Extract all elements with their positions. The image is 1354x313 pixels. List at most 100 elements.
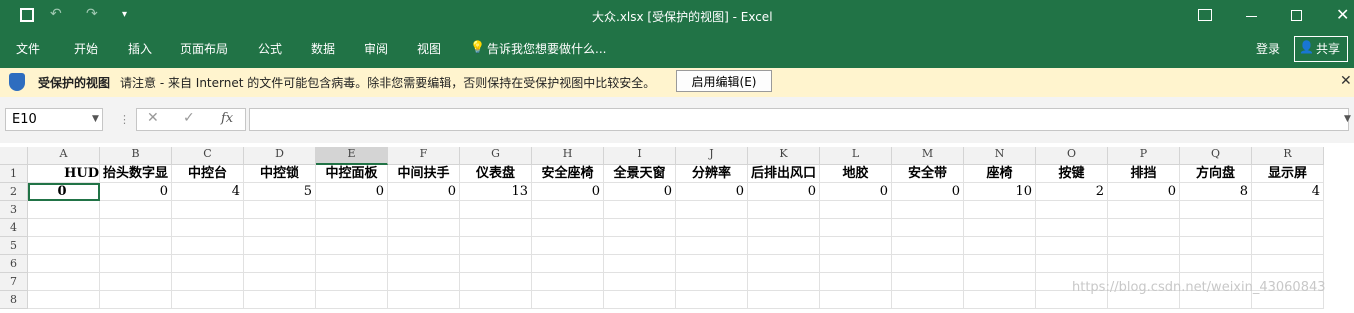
cell-L2[interactable]: 0 (820, 183, 892, 201)
cell-N4[interactable] (964, 219, 1036, 237)
cell-I4[interactable] (604, 219, 676, 237)
cell-A2[interactable]: 0 (28, 183, 100, 201)
column-header-A[interactable]: A (28, 147, 100, 165)
cell-P2[interactable]: 0 (1108, 183, 1180, 201)
cell-B1[interactable]: 抬头数字显 (100, 165, 172, 183)
cell-E7[interactable] (316, 273, 388, 291)
column-header-C[interactable]: C (172, 147, 244, 165)
cell-R4[interactable] (1252, 219, 1324, 237)
cell-N8[interactable] (964, 291, 1036, 309)
cell-L4[interactable] (820, 219, 892, 237)
cell-G4[interactable] (460, 219, 532, 237)
cell-L3[interactable] (820, 201, 892, 219)
cell-R6[interactable] (1252, 255, 1324, 273)
cell-K1[interactable]: 后排出风口 (748, 165, 820, 183)
cell-G1[interactable]: 仪表盘 (460, 165, 532, 183)
cell-M4[interactable] (892, 219, 964, 237)
cell-G5[interactable] (460, 237, 532, 255)
tab-page-layout[interactable]: 页面布局 (180, 40, 228, 57)
cell-G8[interactable] (460, 291, 532, 309)
cell-M1[interactable]: 安全带 (892, 165, 964, 183)
cell-O4[interactable] (1036, 219, 1108, 237)
row-header-5[interactable]: 5 (0, 237, 28, 255)
column-header-F[interactable]: F (388, 147, 460, 165)
cell-R1[interactable]: 显示屏 (1252, 165, 1324, 183)
name-box[interactable]: E10 (5, 108, 103, 131)
sign-in-link[interactable]: 登录 (1256, 40, 1280, 57)
cell-O6[interactable] (1036, 255, 1108, 273)
tab-file[interactable]: 文件 (16, 40, 40, 57)
cell-Q6[interactable] (1180, 255, 1252, 273)
cell-J6[interactable] (676, 255, 748, 273)
save-icon[interactable] (20, 8, 34, 22)
cell-O5[interactable] (1036, 237, 1108, 255)
tab-insert[interactable]: 插入 (128, 40, 152, 57)
cell-M3[interactable] (892, 201, 964, 219)
cell-P6[interactable] (1108, 255, 1180, 273)
cell-F8[interactable] (388, 291, 460, 309)
column-header-L[interactable]: L (820, 147, 892, 165)
cell-G7[interactable] (460, 273, 532, 291)
enter-icon[interactable]: ✓ (183, 110, 195, 126)
ribbon-display-options-icon[interactable] (1198, 9, 1212, 21)
cell-I2[interactable]: 0 (604, 183, 676, 201)
cell-A4[interactable] (28, 219, 100, 237)
cell-C7[interactable] (172, 273, 244, 291)
column-header-E[interactable]: E (316, 147, 388, 165)
cell-I3[interactable] (604, 201, 676, 219)
cell-K7[interactable] (748, 273, 820, 291)
cell-D2[interactable]: 5 (244, 183, 316, 201)
tab-home[interactable]: 开始 (74, 40, 98, 57)
tab-data[interactable]: 数据 (311, 40, 335, 57)
tab-formulas[interactable]: 公式 (258, 40, 282, 57)
cell-H2[interactable]: 0 (532, 183, 604, 201)
cell-E5[interactable] (316, 237, 388, 255)
cell-N3[interactable] (964, 201, 1036, 219)
cell-F2[interactable]: 0 (388, 183, 460, 201)
cell-O2[interactable]: 2 (1036, 183, 1108, 201)
close-bar-icon[interactable]: ✕ (1340, 73, 1352, 89)
cell-H1[interactable]: 安全座椅 (532, 165, 604, 183)
cell-C1[interactable]: 中控台 (172, 165, 244, 183)
cell-P3[interactable] (1108, 201, 1180, 219)
tell-me-search[interactable]: 告诉我您想要做什么... (487, 40, 606, 57)
cell-J4[interactable] (676, 219, 748, 237)
row-header-2[interactable]: 2 (0, 183, 28, 201)
cell-A1[interactable]: HUD (28, 165, 100, 183)
cell-R2[interactable]: 4 (1252, 183, 1324, 201)
cell-A8[interactable] (28, 291, 100, 309)
cell-M8[interactable] (892, 291, 964, 309)
cell-M5[interactable] (892, 237, 964, 255)
cell-E8[interactable] (316, 291, 388, 309)
cell-Q3[interactable] (1180, 201, 1252, 219)
cell-B8[interactable] (100, 291, 172, 309)
enable-editing-button[interactable]: 启用编辑(E) (676, 70, 772, 92)
cell-K6[interactable] (748, 255, 820, 273)
cell-I5[interactable] (604, 237, 676, 255)
minimize-icon[interactable] (1246, 16, 1257, 17)
cell-G3[interactable] (460, 201, 532, 219)
cell-C5[interactable] (172, 237, 244, 255)
column-header-I[interactable]: I (604, 147, 676, 165)
worksheet-grid[interactable]: ABCDEFGHIJKLMNOPQR 1 HUD 抬头数字显 中控台 中控锁 中控面板 中间… (0, 143, 1354, 313)
column-header-G[interactable]: G (460, 147, 532, 165)
cell-O1[interactable]: 按键 (1036, 165, 1108, 183)
cell-K4[interactable] (748, 219, 820, 237)
formula-input[interactable] (249, 108, 1349, 131)
undo-icon[interactable]: ↶ (50, 6, 62, 22)
cell-L7[interactable] (820, 273, 892, 291)
cell-D6[interactable] (244, 255, 316, 273)
cell-E2[interactable]: 0 (316, 183, 388, 201)
cell-D5[interactable] (244, 237, 316, 255)
cell-R3[interactable] (1252, 201, 1324, 219)
column-header-Q[interactable]: Q (1180, 147, 1252, 165)
column-header-D[interactable]: D (244, 147, 316, 165)
column-header-B[interactable]: B (100, 147, 172, 165)
column-header-J[interactable]: J (676, 147, 748, 165)
cell-B5[interactable] (100, 237, 172, 255)
redo-icon[interactable]: ↷ (86, 6, 98, 22)
cell-H5[interactable] (532, 237, 604, 255)
cell-K3[interactable] (748, 201, 820, 219)
cell-P4[interactable] (1108, 219, 1180, 237)
cell-I1[interactable]: 全景天窗 (604, 165, 676, 183)
